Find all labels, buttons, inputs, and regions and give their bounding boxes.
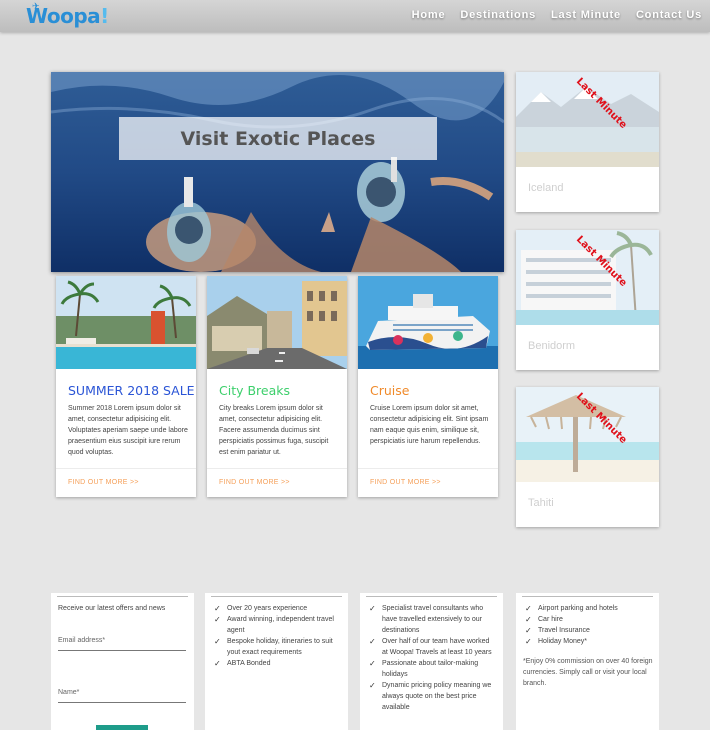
feature-list: ✓ Airport parking and hotels ✓ Car hire ✓ T… [525,603,653,647]
card-divider [207,468,347,469]
check-icon: ✓ [369,681,376,690]
check-icon: ✓ [214,615,221,624]
card-title: SUMMER 2018 SALE [68,383,195,398]
card-cruise: Cruise Cruise Lorem ipsum dolor sit amet… [358,276,498,497]
list-item: ✓ Travel Insurance [525,626,590,635]
list-item: ✓ Dynamic pricing policy meaning we alway… [369,681,492,711]
last-minute-iceland[interactable]: Last Minute Iceland [516,72,659,212]
check-icon: ✓ [525,604,532,613]
logo-exclamation: ! [100,4,109,28]
logo[interactable]: ✈ Woopa! [26,1,109,28]
feature-list: ✓ Specialist travel consultants who have … [369,603,497,713]
card-title: City Breaks [219,383,291,398]
name-field[interactable]: Name* [58,689,186,703]
card-image-cruise-ship [358,276,498,369]
list-item: ✓ Over half of our team have worked at Wo… [369,637,492,656]
features-box-3: ✓ Airport parking and hotels ✓ Car hire ✓ T… [516,593,659,730]
check-icon: ✓ [525,626,532,635]
hero-snorkel-image [51,72,504,272]
side-card-label: Benidorm [528,340,576,352]
newsletter-box: Receive our latest offers and news Email… [51,593,194,730]
check-icon: ✓ [214,637,221,646]
card-text: Summer 2018 Lorem ipsum dolor sit amet, … [68,405,188,456]
feature-list: ✓ Over 20 years experience ✓ Award winning… [214,603,342,669]
currency-note: *Enjoy 0% commission on over 40 foreign … [523,658,653,687]
list-item: ✓ Award winning, independent travel agent [214,615,334,634]
hero-title: Visit Exotic Places [180,127,376,150]
list-item: ✓ Bespoke holiday, itineraries to suit yo… [214,637,333,656]
check-icon: ✓ [369,659,376,668]
list-item: ✓ Airport parking and hotels [525,604,618,613]
hero-title-box: Visit Exotic Places [119,117,437,160]
last-minute-tahiti[interactable]: Last Minute Tahiti [516,387,659,527]
nav-home[interactable]: Home [412,9,446,21]
features-box-2: ✓ Specialist travel consultants who have … [360,593,503,730]
site-header: ✈ Woopa! Home Destinations Last Minute C… [0,0,710,32]
list-item: ✓ ABTA Bonded [214,659,271,668]
newsletter-title: Receive our latest offers and news [58,605,166,612]
card-divider [56,468,196,469]
email-field[interactable]: Email address* [58,637,186,651]
features-box-1: ✓ Over 20 years experience ✓ Award winning… [205,593,348,730]
list-item: ✓ Over 20 years experience [214,604,308,613]
card-divider [358,468,498,469]
box-top-rule [57,596,188,597]
card-text: Cruise Lorem ipsum dolor sit amet, conse… [370,405,489,445]
nav-destinations[interactable]: Destinations [460,9,536,21]
nav-last-minute[interactable]: Last Minute [551,9,621,21]
card-image-resort-pool [56,276,196,369]
check-icon: ✓ [214,659,221,668]
card-summer-sale: SUMMER 2018 SALE Summer 2018 Lorem ipsum… [56,276,196,497]
plane-icon: ✈ [32,1,40,11]
list-item: ✓ Car hire [525,615,563,624]
hero-banner[interactable]: Visit Exotic Places [51,72,504,272]
find-out-more-link[interactable]: FIND OUT MORE >> [370,479,441,486]
card-city-breaks: City Breaks City breaks Lorem ipsum dolo… [207,276,347,497]
find-out-more-link[interactable]: FIND OUT MORE >> [219,479,290,486]
last-minute-benidorm[interactable]: Last Minute Benidorm [516,230,659,370]
check-icon: ✓ [214,604,221,613]
card-title: Cruise [370,383,410,398]
subscribe-button[interactable] [96,725,148,730]
check-icon: ✓ [369,637,376,646]
card-text: City breaks Lorem ipsum dolor sit amet, … [219,405,329,456]
box-top-rule [211,596,342,597]
list-item: ✓ Specialist travel consultants who have … [369,604,484,634]
list-item: ✓ Passionate about tailor-making holidays [369,659,479,678]
nav-contact-us[interactable]: Contact Us [636,9,702,21]
check-icon: ✓ [525,637,532,646]
check-icon: ✓ [525,615,532,624]
box-top-rule [366,596,497,597]
side-card-label: Iceland [528,182,564,194]
check-icon: ✓ [369,604,376,613]
list-item: ✓ Holiday Money* [525,637,588,646]
side-card-label: Tahiti [528,497,554,509]
find-out-more-link[interactable]: FIND OUT MORE >> [68,479,139,486]
main-nav: Home Destinations Last Minute Contact Us [412,9,702,21]
card-image-city-street [207,276,347,369]
box-top-rule [522,596,653,597]
